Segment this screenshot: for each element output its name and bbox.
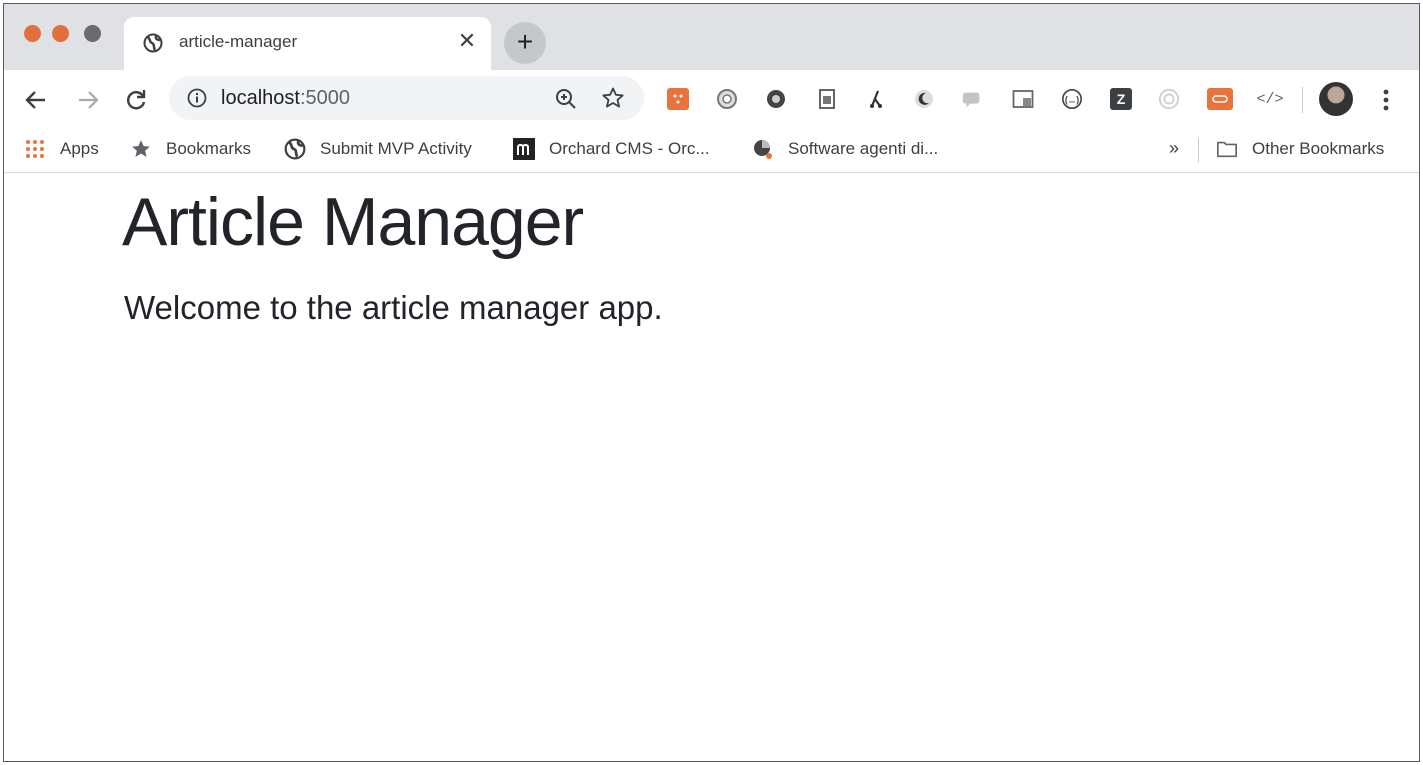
bookmark-software-agenti[interactable]: Software agenti di... <box>752 136 938 162</box>
star-icon <box>130 138 152 160</box>
other-bookmarks-label: Other Bookmarks <box>1252 139 1385 158</box>
page-lead: Welcome to the article manager app. <box>124 289 663 326</box>
code-extension-icon[interactable]: </> <box>1256 88 1284 110</box>
address-bar[interactable]: localhost:5000 <box>169 76 644 120</box>
toolbar-divider <box>1302 87 1303 113</box>
bookmarks-divider <box>1198 138 1199 162</box>
bookmark-label: Orchard CMS - Orc... <box>549 139 710 158</box>
orange-badge-extension-icon[interactable] <box>1207 88 1233 110</box>
bookmark-bookmarks[interactable]: Bookmarks <box>130 136 251 162</box>
z-extension-icon[interactable]: Z <box>1110 88 1132 110</box>
dark-circle-extension-icon[interactable] <box>765 88 787 110</box>
braces-extension-icon[interactable]: (…) <box>1061 88 1083 110</box>
reload-icon[interactable] <box>122 86 150 114</box>
window-extension-icon[interactable] <box>1012 88 1034 110</box>
target-extension-icon[interactable] <box>1158 88 1180 110</box>
browser-toolbar: localhost:5000 (…) Z </> <box>4 70 1419 128</box>
orange-square-extension-icon[interactable] <box>667 88 689 110</box>
other-bookmarks[interactable]: Other Bookmarks <box>1216 136 1384 162</box>
url-port: :5000 <box>299 87 350 109</box>
circle-extension-icon[interactable] <box>716 88 738 110</box>
bookmark-label: Submit MVP Activity <box>320 139 472 158</box>
bookmark-orchard-cms[interactable]: Orchard CMS - Orc... <box>513 136 710 162</box>
page-title: Article Manager <box>122 184 584 260</box>
bookmarks-bar: Apps Bookmarks Submit MVP Activity Orcha… <box>4 128 1419 173</box>
zoom-icon[interactable] <box>554 87 578 111</box>
tab-strip: article-manager ✕ + <box>4 4 1419 70</box>
close-window-button[interactable] <box>24 25 41 42</box>
url-host: localhost <box>221 87 300 109</box>
tab-title: article-manager <box>179 32 298 51</box>
page-content: Article Manager Welcome to the article m… <box>4 173 1419 761</box>
url-text[interactable]: localhost:5000 <box>221 87 350 110</box>
bookmark-label: Software agenti di... <box>788 139 939 158</box>
globe-icon <box>143 33 163 53</box>
page-extension-icon[interactable] <box>816 88 838 110</box>
bookmark-label: Apps <box>60 139 99 158</box>
more-menu-icon[interactable] <box>1376 86 1396 114</box>
m-logo-icon <box>513 138 535 160</box>
avatar[interactable] <box>1319 82 1353 116</box>
moon-extension-icon[interactable] <box>913 88 935 110</box>
svg-text:(…): (…) <box>1064 95 1080 106</box>
bookmark-star-icon[interactable] <box>601 86 625 110</box>
chat-extension-icon[interactable] <box>961 88 983 110</box>
bookmarks-overflow-chevron[interactable]: » <box>1169 138 1179 159</box>
bookmark-apps[interactable]: Apps <box>24 136 99 162</box>
back-arrow-icon[interactable] <box>22 86 50 114</box>
bookmark-submit-mvp-activity[interactable]: Submit MVP Activity <box>284 136 472 162</box>
pie-chart-icon <box>752 138 774 160</box>
bookmark-label: Bookmarks <box>166 139 252 158</box>
minimize-window-button[interactable] <box>52 25 69 42</box>
forward-arrow-icon[interactable] <box>74 86 102 114</box>
info-icon[interactable] <box>187 88 207 108</box>
new-tab-button[interactable]: + <box>504 22 546 64</box>
branch-extension-icon[interactable] <box>864 88 886 110</box>
apps-grid-icon <box>24 138 46 160</box>
close-icon[interactable]: ✕ <box>455 29 479 53</box>
globe-icon <box>284 138 306 160</box>
folder-icon <box>1216 138 1238 160</box>
maximize-window-button[interactable] <box>84 25 101 42</box>
browser-window: article-manager ✕ + localhost:5000 (…) Z… <box>3 3 1420 762</box>
tab-article-manager[interactable]: article-manager ✕ <box>124 17 491 70</box>
